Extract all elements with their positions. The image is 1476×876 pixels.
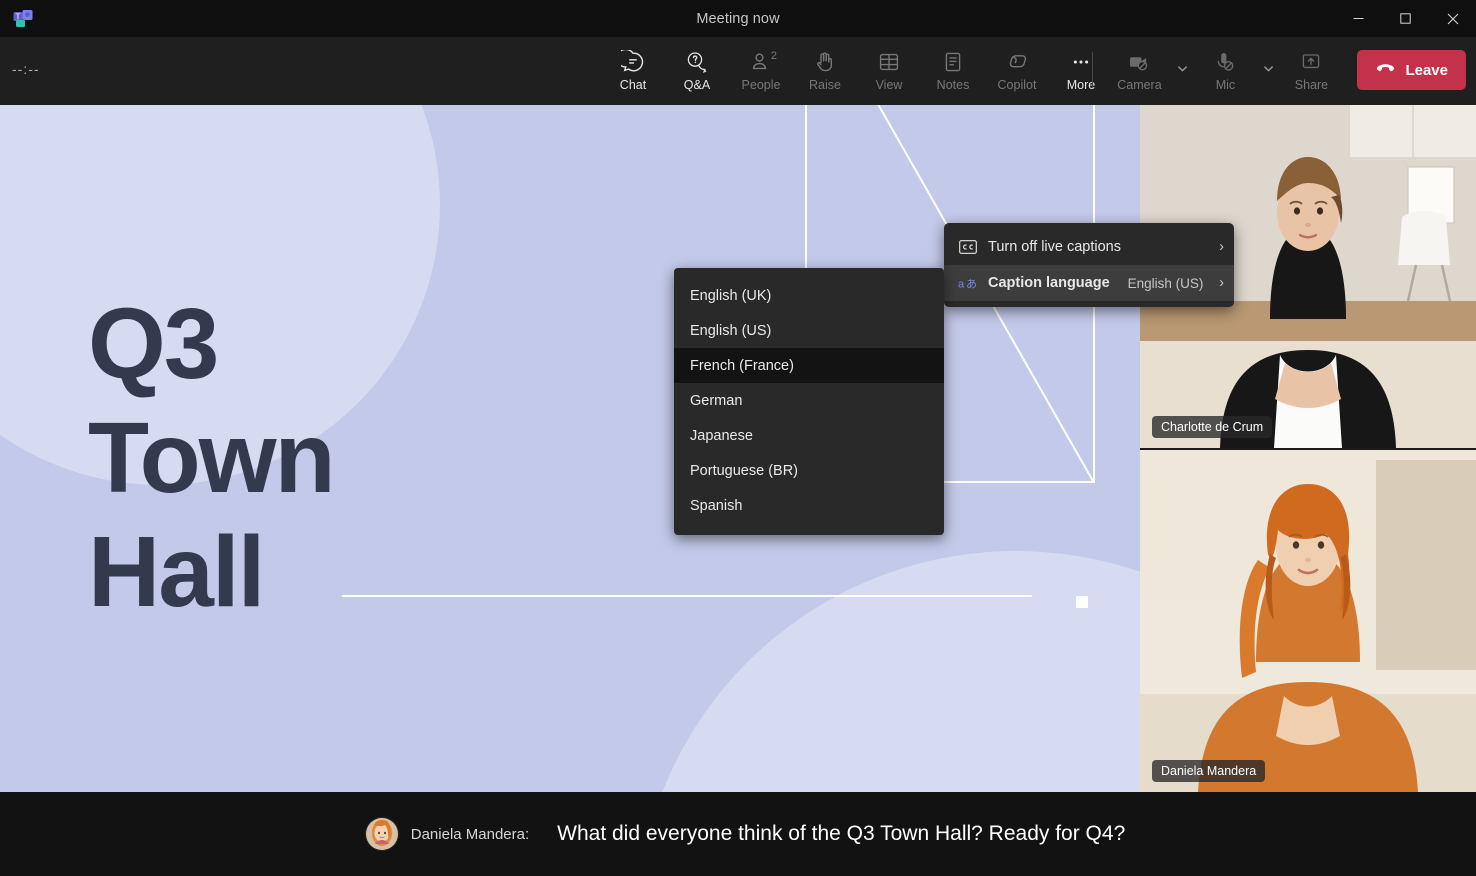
caption-language-submenu: English (UK) English (US) French (France… — [674, 268, 944, 535]
share-button-label: Share — [1294, 77, 1329, 92]
slide-title: Q3 Town Hall — [88, 287, 336, 629]
window-controls — [1335, 0, 1476, 37]
menu-item-label: Turn off live captions — [988, 239, 1121, 255]
language-option-label: English (UK) — [690, 287, 772, 304]
people-button-label: People — [741, 77, 781, 92]
decorative-circle-bottom — [636, 551, 1140, 792]
language-option-japanese[interactable]: Japanese — [674, 418, 944, 453]
chat-button-label: Chat — [619, 77, 647, 92]
notes-icon — [941, 49, 965, 75]
camera-off-icon — [1127, 49, 1151, 75]
language-aa-icon: a あ — [958, 276, 977, 291]
svg-text:あ: あ — [966, 278, 977, 291]
copilot-button-label: Copilot — [997, 77, 1037, 92]
live-caption-bar: Daniela Mandera: What did everyone think… — [0, 792, 1476, 876]
notes-button-label: Notes — [936, 77, 970, 92]
meeting-stage: Q3 Town Hall September 3, 2023 VanArsdel — [0, 105, 1476, 792]
leave-button-label: Leave — [1405, 61, 1448, 79]
language-option-english-us[interactable]: English (US) — [674, 313, 944, 348]
caption-content: Daniela Mandera: What did everyone think… — [351, 817, 1126, 851]
command-bar-center-group: Chat Q&A 2 People Raise View Notes Copil… — [601, 41, 1113, 101]
chat-bubble-icon — [621, 49, 645, 75]
video-feed-daniela — [1140, 450, 1476, 792]
chevron-right-icon: › — [1219, 239, 1224, 255]
camera-options-chevron-down-icon[interactable] — [1171, 41, 1193, 99]
teams-meeting-window: T Meeting now --:-- Chat Q&A 2 People Ra… — [0, 0, 1476, 876]
slide-title-line-2: Town — [88, 402, 336, 514]
slide-title-line-3: Hall — [88, 516, 265, 628]
camera-button-label: Camera — [1117, 77, 1162, 92]
mic-options-chevron-down-icon[interactable] — [1257, 41, 1279, 99]
meeting-timer: --:-- — [12, 61, 40, 77]
language-option-label: Spanish — [690, 497, 743, 514]
language-option-label: French (France) — [690, 357, 794, 374]
question-bubble-icon — [685, 49, 709, 75]
copilot-button[interactable]: Copilot — [985, 41, 1049, 99]
close-button[interactable] — [1429, 0, 1476, 37]
mic-button-label: Mic — [1215, 77, 1236, 92]
chevron-right-icon: › — [1219, 275, 1224, 291]
decorative-square-handle — [1076, 596, 1088, 608]
view-button-label: View — [875, 77, 903, 92]
language-option-label: Portuguese (BR) — [690, 462, 798, 479]
closed-caption-icon — [958, 240, 977, 254]
menu-item-label: Caption language — [988, 275, 1110, 291]
shared-content-slide[interactable]: Q3 Town Hall September 3, 2023 VanArsdel — [0, 105, 1140, 792]
toolbar-divider — [1092, 52, 1094, 88]
video-roster: Charlotte de Crum Daniela Mandera — [1140, 105, 1476, 792]
people-button[interactable]: 2 People — [729, 41, 793, 99]
language-option-french-france[interactable]: French (France) — [674, 348, 944, 383]
live-captions-menu: Turn off live captions › a あ Caption lan… — [944, 223, 1234, 307]
title-bar: T Meeting now — [0, 0, 1476, 37]
command-bar-right-group: Camera Mic Share Leave — [1082, 41, 1466, 101]
language-option-spanish[interactable]: Spanish — [674, 488, 944, 523]
mic-off-icon — [1213, 49, 1237, 75]
language-option-portuguese-br[interactable]: Portuguese (BR) — [674, 453, 944, 488]
participant-name-label: Charlotte de Crum — [1152, 416, 1273, 438]
raise-hand-button[interactable]: Raise — [793, 41, 857, 99]
qa-button-label: Q&A — [683, 77, 711, 92]
share-button[interactable]: Share — [1279, 41, 1343, 99]
share-screen-icon — [1299, 49, 1323, 75]
meeting-command-bar: --:-- Chat Q&A 2 People Raise View Notes… — [0, 37, 1476, 105]
language-option-german[interactable]: German — [674, 383, 944, 418]
grid-view-icon — [877, 49, 901, 75]
video-tile-daniela[interactable]: Daniela Mandera — [1140, 450, 1476, 792]
svg-text:a: a — [958, 279, 965, 291]
participant-name-label: Daniela Mandera — [1152, 760, 1266, 782]
camera-button[interactable]: Camera — [1107, 41, 1171, 99]
view-button[interactable]: View — [857, 41, 921, 99]
language-option-english-uk[interactable]: English (UK) — [674, 278, 944, 313]
minimize-button[interactable] — [1335, 0, 1382, 37]
notes-button[interactable]: Notes — [921, 41, 985, 99]
people-count-badge: 2 — [770, 49, 777, 62]
window-title: Meeting now — [696, 10, 780, 27]
caption-speaker-name: Daniela Mandera: — [410, 825, 530, 843]
raise-button-label: Raise — [809, 77, 841, 92]
raise-hand-icon — [813, 49, 837, 75]
hangup-icon — [1375, 58, 1396, 83]
chat-button[interactable]: Chat — [601, 41, 665, 99]
menu-item-caption-language[interactable]: a あ Caption language English (US) › — [944, 265, 1234, 301]
avatar — [364, 817, 399, 851]
mic-button[interactable]: Mic — [1193, 41, 1257, 99]
leave-button[interactable]: Leave — [1357, 50, 1466, 90]
person-icon: 2 — [749, 49, 777, 75]
maximize-button[interactable] — [1382, 0, 1429, 37]
copilot-icon — [1005, 49, 1029, 75]
language-option-label: Japanese — [690, 427, 753, 444]
qa-button[interactable]: Q&A — [665, 41, 729, 99]
slide-title-line-1: Q3 — [88, 288, 219, 400]
caption-text: What did everyone think of the Q3 Town H… — [557, 822, 1126, 845]
decorative-horizontal-rule — [342, 595, 1032, 597]
language-option-label: German — [690, 392, 743, 409]
caption-language-value: English (US) — [1127, 275, 1204, 291]
language-option-label: English (US) — [690, 322, 772, 339]
menu-item-turn-off-live-captions[interactable]: Turn off live captions › — [944, 229, 1234, 265]
